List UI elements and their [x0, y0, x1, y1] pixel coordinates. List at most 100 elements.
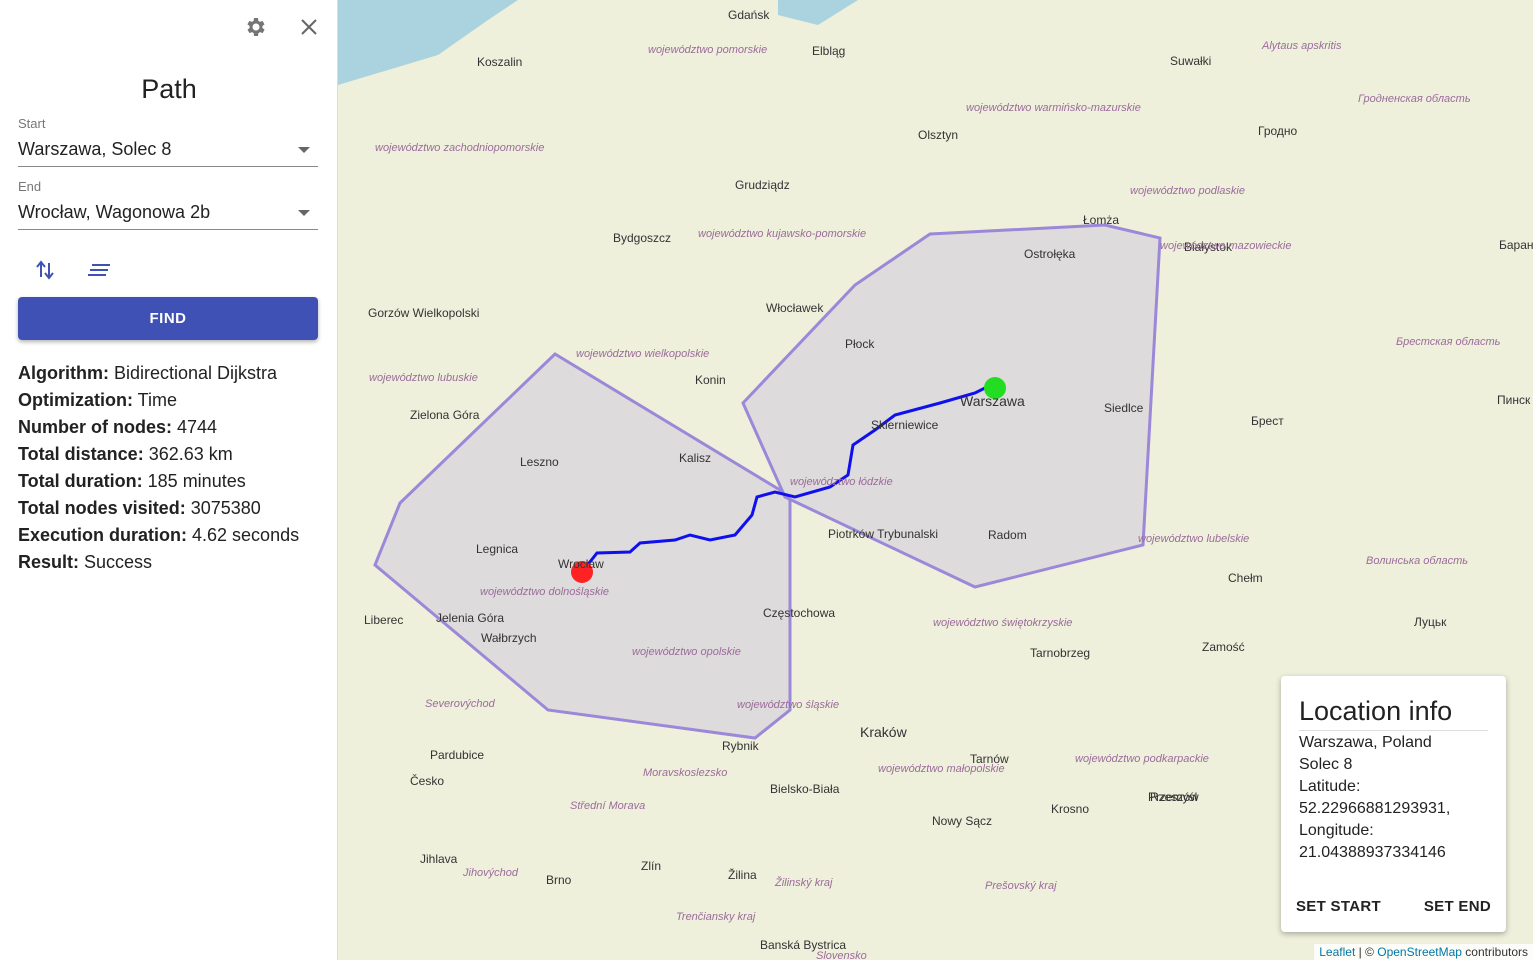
end-value: Wrocław, Wagonowa 2b	[18, 202, 211, 222]
city-label: Gorzów Wielkopolski	[368, 306, 480, 320]
side-panel: Path Start Warszawa, Solec 8 End Wrocław…	[0, 0, 338, 960]
city-label: Žilina	[728, 868, 757, 882]
city-label: Płock	[845, 337, 875, 351]
stat-key: Result:	[18, 552, 80, 572]
city-label: Łomża	[1083, 213, 1120, 227]
find-button[interactable]: FIND	[18, 297, 318, 340]
stat-row: Total duration: 185 minutes	[18, 468, 299, 495]
result-stats: Algorithm: Bidirectional Dijkstra Optimi…	[18, 360, 299, 576]
city-label: Bydgoszcz	[613, 231, 672, 245]
region-label: województwo lubuskie	[369, 372, 478, 384]
city-label: Leszno	[520, 455, 559, 469]
region-label: Волинська область	[1366, 555, 1469, 567]
region-label: Žilinský kraj	[775, 877, 833, 889]
stat-key: Execution duration:	[18, 525, 188, 545]
region-label: województwo opolskie	[632, 646, 741, 658]
city-label: Konin	[695, 373, 726, 387]
city-label: Jihlava	[420, 852, 458, 866]
set-end-button[interactable]: SET END	[1424, 898, 1491, 915]
stat-row: Execution duration: 4.62 seconds	[18, 522, 299, 549]
start-select[interactable]: Start Warszawa, Solec 8	[18, 116, 318, 167]
city-label: Legnica	[476, 542, 519, 556]
stat-value: 3075380	[185, 498, 261, 518]
region-label: Slovensko	[816, 950, 867, 960]
region-label: województwo małopolskie	[878, 763, 1005, 775]
info-line: Solec 8	[1299, 756, 1353, 773]
stat-row: Optimization: Time	[18, 387, 299, 414]
city-label: Česko	[410, 774, 445, 788]
region-label: Trenčiansky kraj	[676, 911, 756, 923]
stat-key: Total nodes visited:	[18, 498, 186, 518]
region-label: województwo kujawsko-pomorskie	[698, 228, 867, 240]
region-label: Střední Morava	[570, 800, 646, 812]
city-label: Kalisz	[679, 451, 712, 465]
dropdown-arrow-icon	[298, 147, 310, 153]
city-label: Zlín	[641, 859, 662, 873]
info-line: 21.04388937334146	[1299, 844, 1446, 861]
city-label: Гродно	[1258, 124, 1298, 138]
stat-row: Total nodes visited: 3075380	[18, 495, 299, 522]
stat-value: Success	[79, 552, 153, 572]
region-label: Severovýchod	[425, 698, 495, 710]
settings-gear-icon[interactable]	[244, 15, 268, 44]
city-label: Elbląg	[812, 44, 846, 58]
city-label: Częstochowa	[763, 606, 836, 620]
city-label: Piotrków Trybunalski	[828, 527, 939, 541]
city-label: Przemyśl	[1148, 790, 1198, 804]
leaflet-link[interactable]: Leaflet	[1319, 945, 1355, 959]
close-icon[interactable]	[299, 17, 319, 42]
attr-rest: contributors	[1461, 945, 1528, 959]
city-label: Nowy Sącz	[932, 814, 993, 828]
region-label: województwo pomorskie	[648, 44, 768, 56]
info-line: Latitude:	[1299, 778, 1361, 795]
stat-value: 4744	[172, 417, 218, 437]
city-label: Chełm	[1228, 571, 1263, 585]
location-info-card: Location info Warszawa, Poland Solec 8 L…	[1281, 676, 1506, 932]
end-select[interactable]: End Wrocław, Wagonowa 2b	[18, 179, 318, 230]
region-label: Гродненская область	[1358, 93, 1471, 105]
city-label: Krosno	[1051, 802, 1090, 816]
city-label: Włocławek	[766, 301, 824, 315]
stat-value: 362.63 km	[143, 444, 233, 464]
info-line: 52.22966881293931,	[1299, 800, 1451, 817]
details-list-icon[interactable]	[88, 262, 112, 283]
stat-key: Optimization:	[18, 390, 133, 410]
city-label: Барановичи	[1499, 238, 1533, 252]
region-label: województwo wielkopolskie	[576, 348, 710, 360]
set-start-button[interactable]: SET START	[1296, 898, 1381, 915]
city-label: Ostrołęka	[1024, 247, 1076, 261]
city-label: Pardubice	[430, 748, 485, 762]
stat-key: Algorithm:	[18, 363, 109, 383]
city-label: Zamość	[1202, 640, 1245, 654]
osm-link[interactable]: OpenStreetMap	[1377, 945, 1462, 959]
swap-icon[interactable]	[35, 259, 55, 286]
city-label: Brno	[546, 873, 572, 887]
city-label: Tarnobrzeg	[1030, 646, 1091, 660]
panel-title: Path	[141, 74, 197, 104]
dropdown-arrow-icon	[298, 210, 310, 216]
divider	[1299, 730, 1488, 731]
city-label: Grudziądz	[735, 178, 790, 192]
region-label: Брестская область	[1396, 336, 1501, 348]
region-label: województwo dolnośląskie	[480, 586, 610, 598]
stat-row: Algorithm: Bidirectional Dijkstra	[18, 360, 299, 387]
city-label: Radom	[988, 528, 1027, 542]
city-label: Suwałki	[1170, 54, 1212, 68]
start-value: Warszawa, Solec 8	[18, 139, 172, 159]
stat-row: Total distance: 362.63 km	[18, 441, 299, 468]
stat-key: Total distance:	[18, 444, 144, 464]
region-label: województwo podlaskie	[1130, 185, 1245, 197]
city-label: Siedlce	[1104, 401, 1144, 415]
city-label: Kraków	[860, 724, 907, 740]
city-label: Wrocław	[558, 557, 604, 571]
region-label: województwo łódzkie	[790, 476, 893, 488]
stat-row: Result: Success	[18, 549, 299, 576]
stat-row: Number of nodes: 4744	[18, 414, 299, 441]
region-label: województwo zachodniopomorskie	[375, 142, 545, 154]
info-line: Warszawa, Poland	[1299, 734, 1432, 751]
city-label: Liberec	[364, 613, 404, 627]
region-label: województwo warmińsko-mazurskie	[966, 102, 1141, 114]
stat-value: Bidirectional Dijkstra	[108, 363, 278, 383]
region-label: województwo mazowieckie	[1160, 240, 1292, 252]
stat-value: 185 minutes	[142, 471, 246, 491]
